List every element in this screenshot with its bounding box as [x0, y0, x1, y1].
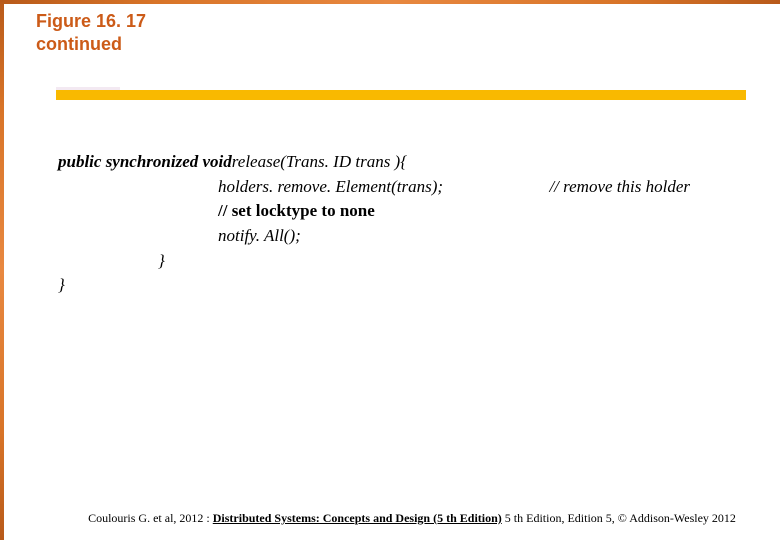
title-line-1: Figure 16. 17 [36, 11, 146, 31]
slide-top-border [0, 0, 780, 4]
code-close-inner: } [58, 249, 165, 274]
code-sig: release(Trans. ID trans ){ [232, 150, 407, 175]
code-comment-locktype: // set locktype to none [58, 199, 375, 224]
code-close-outer: } [58, 273, 65, 298]
code-line-2: holders. remove. Element(trans); // remo… [58, 175, 750, 200]
title-line-2: continued [36, 34, 122, 54]
code-line-3: // set locktype to none [58, 199, 750, 224]
code-stmt-notify: notify. All(); [58, 224, 301, 249]
title-underline-bar [56, 90, 746, 100]
footer-citation: Coulouris G. et al, 2012 : Distributed S… [54, 511, 770, 526]
footer-prefix: Coulouris G. et al, 2012 : [88, 511, 213, 525]
code-comment-remove: // remove this holder [549, 175, 690, 200]
code-line-6: } [58, 273, 750, 298]
code-line-4: notify. All(); [58, 224, 750, 249]
code-block: public synchronized void release(Trans. … [58, 150, 750, 298]
code-line-5: } [58, 249, 750, 274]
figure-title: Figure 16. 17 continued [36, 10, 146, 55]
keywords: public synchronized void [58, 150, 232, 175]
slide-left-border [0, 0, 4, 540]
code-stmt-remove: holders. remove. Element(trans); [58, 175, 443, 200]
footer-book-title: Distributed Systems: Concepts and Design… [213, 511, 502, 525]
code-line-1: public synchronized void release(Trans. … [58, 150, 750, 175]
footer-suffix: 5 th Edition, Edition 5, © Addison-Wesle… [502, 511, 736, 525]
